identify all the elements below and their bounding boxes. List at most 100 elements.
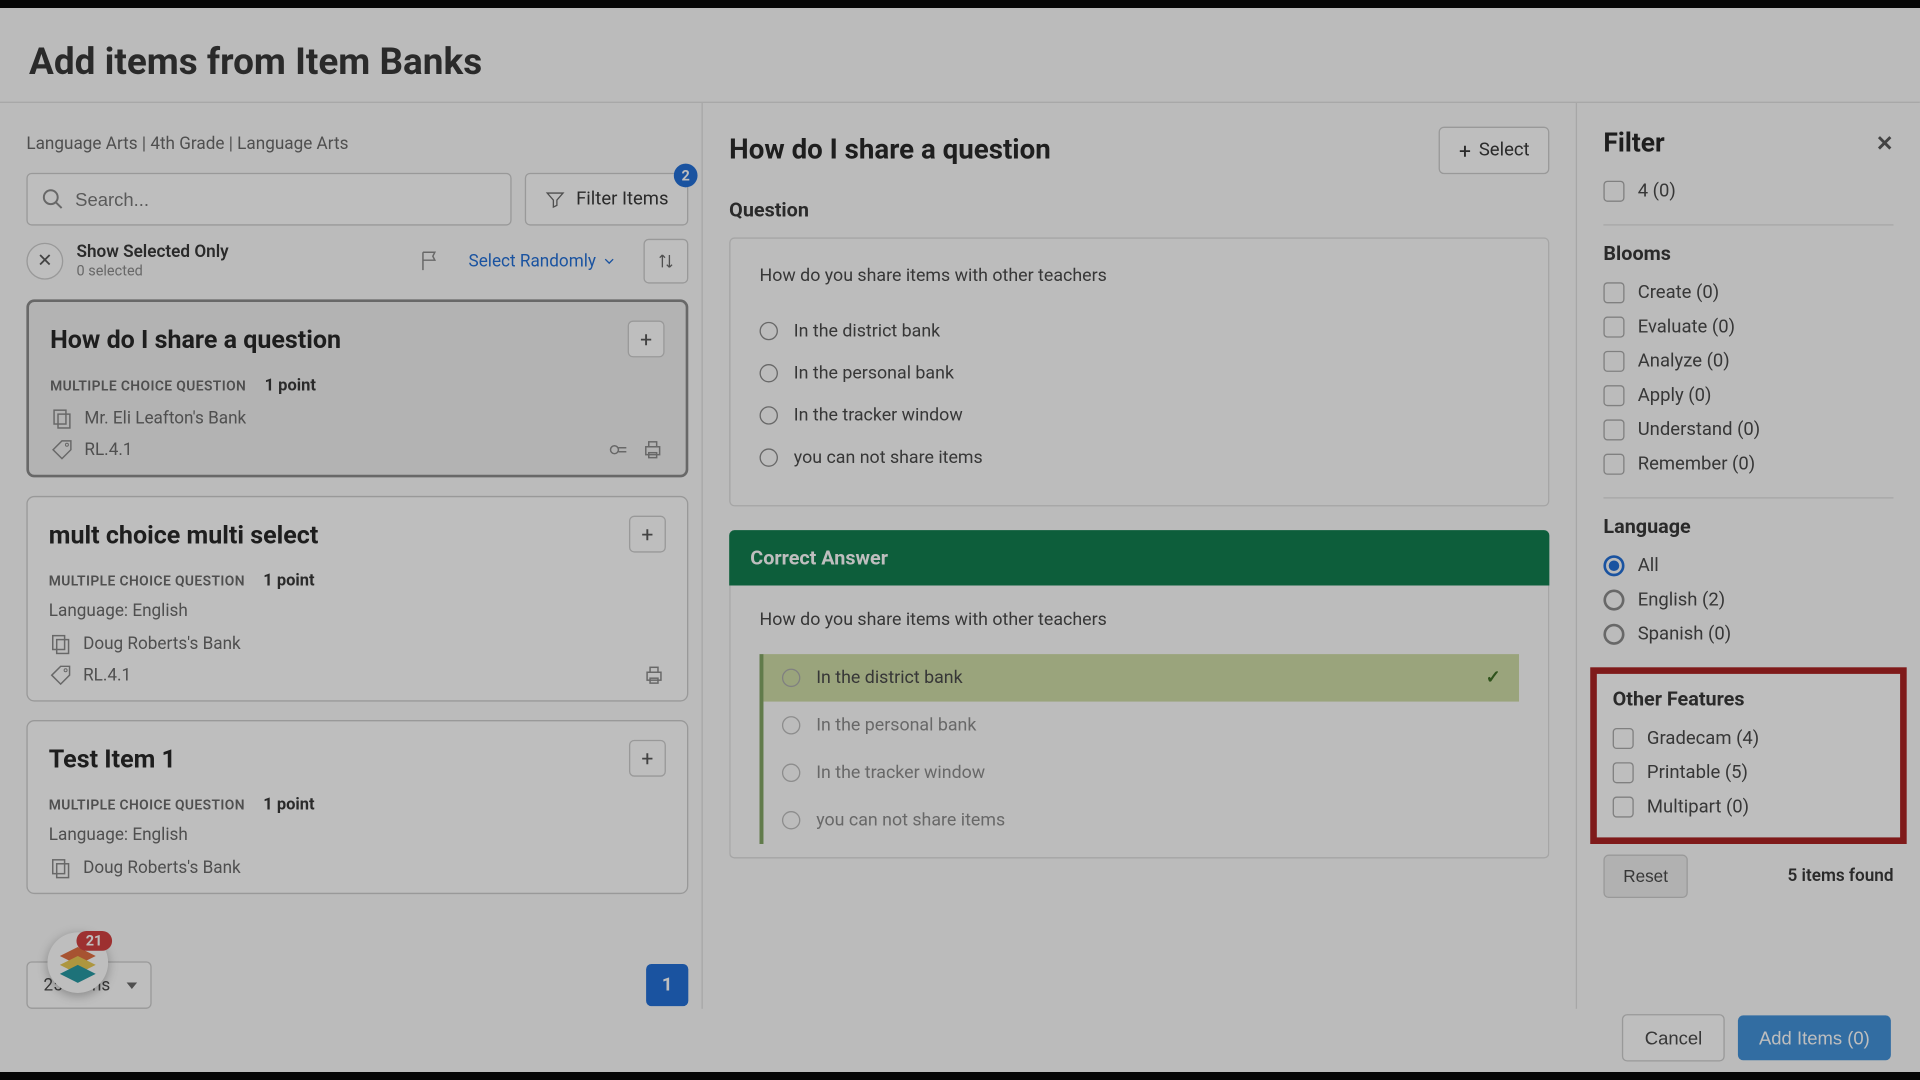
search-box[interactable]: [26, 173, 511, 226]
chevron-down-icon: [601, 253, 617, 269]
item-points: 1 point: [265, 376, 316, 396]
question-section-heading: Question: [729, 198, 1549, 222]
add-item-button[interactable]: +: [629, 516, 666, 553]
letterbox-top: [0, 0, 1920, 8]
filter-items-button[interactable]: Filter Items 2: [525, 173, 689, 226]
sort-icon: [655, 251, 676, 272]
filter-checkbox[interactable]: Analyze (0): [1603, 344, 1893, 378]
item-list-panel: Language Arts | 4th Grade | Language Art…: [0, 103, 703, 1009]
item-bank: Doug Roberts's Bank: [83, 634, 241, 654]
filter-checkbox[interactable]: Gradecam (4): [1613, 721, 1885, 755]
answer-box: How do you share items with other teache…: [729, 586, 1549, 859]
option-row[interactable]: In the personal bank: [760, 352, 1520, 394]
select-randomly-button[interactable]: Select Randomly: [469, 251, 618, 271]
item-title: Test Item 1: [49, 743, 629, 773]
show-selected-label: Show Selected Only: [76, 243, 228, 263]
filter-checkbox[interactable]: Understand (0): [1603, 413, 1893, 447]
radio-icon: [1603, 624, 1624, 645]
item-card[interactable]: Test Item 1 + MULTIPLE CHOICE QUESTION 1…: [26, 720, 688, 894]
option-row: In the personal bank: [763, 702, 1519, 749]
tag-icon: [50, 438, 74, 462]
question-text: How do you share items with other teache…: [760, 265, 1520, 286]
page-number-button[interactable]: 1: [646, 964, 688, 1006]
dialog-footer: Cancel Add Items (0): [0, 1004, 1920, 1073]
search-icon: [41, 187, 65, 211]
reset-button[interactable]: Reset: [1603, 855, 1687, 899]
filter-checkbox[interactable]: Remember (0): [1603, 447, 1893, 481]
add-items-button[interactable]: Add Items (0): [1738, 1015, 1891, 1060]
radio-icon: [782, 811, 800, 829]
item-standard: RL.4.1: [84, 440, 132, 460]
filter-checkbox[interactable]: 4 (0): [1603, 174, 1893, 208]
item-language: Language: English: [49, 601, 188, 621]
option-row[interactable]: In the tracker window: [760, 394, 1520, 436]
preview-panel: How do I share a question + Select Quest…: [703, 103, 1577, 1009]
item-title: mult choice multi select: [49, 519, 629, 549]
cancel-button[interactable]: Cancel: [1622, 1014, 1724, 1061]
add-item-button[interactable]: +: [628, 321, 665, 358]
filter-title: Filter: [1603, 127, 1875, 159]
radio-icon: [1603, 555, 1624, 576]
items-found-label: 5 items found: [1787, 866, 1893, 886]
other-features-heading: Other Features: [1613, 687, 1885, 711]
filter-count-badge: 2: [674, 164, 698, 188]
bank-icon: [50, 406, 74, 430]
correct-answer-heading: Correct Answer: [729, 530, 1549, 585]
filter-checkbox[interactable]: Create (0): [1603, 276, 1893, 310]
option-row: In the tracker window: [763, 749, 1519, 796]
answer-question-text: How do you share items with other teache…: [760, 609, 1520, 630]
notification-badge: 21: [76, 931, 111, 951]
radio-icon: [782, 764, 800, 782]
close-filter-button[interactable]: ✕: [1876, 130, 1894, 155]
item-type: MULTIPLE CHOICE QUESTION: [49, 797, 245, 814]
search-input[interactable]: [75, 189, 497, 210]
option-row[interactable]: In the district bank: [760, 310, 1520, 352]
add-item-button[interactable]: +: [629, 740, 666, 777]
filter-panel: Filter ✕ 4 (0) Blooms Create (0) Evaluat…: [1577, 103, 1920, 1009]
radio-icon: [782, 716, 800, 734]
filter-checkbox[interactable]: Printable (5): [1613, 756, 1885, 790]
option-row[interactable]: you can not share items: [760, 437, 1520, 479]
language-radio[interactable]: All: [1603, 549, 1893, 583]
option-row: you can not share items: [763, 797, 1519, 844]
clear-selected-button[interactable]: ✕: [26, 243, 63, 280]
flag-icon: [418, 249, 442, 273]
radio-icon: [760, 406, 778, 424]
item-type: MULTIPLE CHOICE QUESTION: [49, 572, 245, 589]
sort-button[interactable]: [643, 239, 688, 284]
radio-icon: [1603, 590, 1624, 611]
item-bank: Mr. Eli Leafton's Bank: [84, 408, 246, 428]
item-bank: Doug Roberts's Bank: [83, 858, 241, 878]
item-title: How do I share a question: [50, 324, 628, 354]
selected-count: 0 selected: [76, 262, 228, 279]
filter-checkbox[interactable]: Apply (0): [1603, 379, 1893, 413]
filter-checkbox[interactable]: Evaluate (0): [1603, 310, 1893, 344]
radio-icon: [782, 669, 800, 687]
app-frame: Add items from Item Banks Language Arts …: [0, 8, 1920, 1072]
page-title: Add items from Item Banks: [0, 8, 1920, 102]
check-icon: ✓: [1486, 667, 1501, 688]
tag-icon: [49, 663, 73, 687]
breadcrumb: Language Arts | 4th Grade | Language Art…: [26, 103, 688, 173]
filter-items-label: Filter Items: [576, 189, 668, 210]
gradecam-icon: [607, 438, 631, 462]
question-box: How do you share items with other teache…: [729, 237, 1549, 506]
radio-icon: [760, 448, 778, 466]
print-icon: [642, 663, 666, 687]
language-heading: Language: [1603, 514, 1893, 538]
item-type: MULTIPLE CHOICE QUESTION: [50, 377, 246, 394]
bank-icon: [49, 856, 73, 880]
language-radio[interactable]: Spanish (0): [1603, 617, 1893, 651]
blooms-heading: Blooms: [1603, 241, 1893, 265]
filter-checkbox[interactable]: Multipart (0): [1613, 790, 1885, 824]
language-radio[interactable]: English (2): [1603, 583, 1893, 617]
item-language: Language: English: [49, 826, 188, 846]
funnel-icon: [544, 189, 565, 210]
select-button[interactable]: + Select: [1439, 127, 1549, 174]
item-card[interactable]: mult choice multi select + MULTIPLE CHOI…: [26, 496, 688, 702]
item-card[interactable]: How do I share a question + MULTIPLE CHO…: [26, 299, 688, 477]
divider: [1603, 497, 1893, 498]
main-columns: Language Arts | 4th Grade | Language Art…: [0, 102, 1920, 1009]
correct-option: In the district bank ✓: [763, 654, 1519, 701]
preview-title: How do I share a question: [729, 135, 1439, 167]
